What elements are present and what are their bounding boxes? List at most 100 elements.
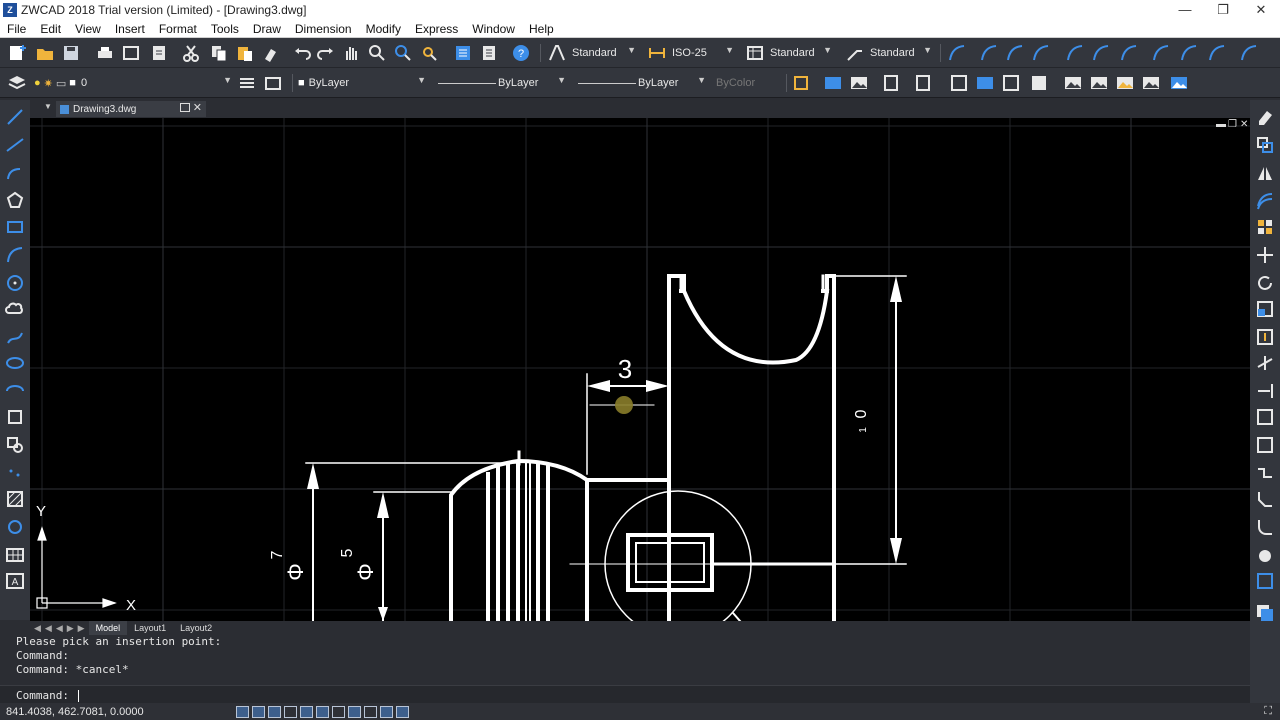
grid-toggle-icon[interactable]: [252, 705, 265, 718]
image-adjust-icon[interactable]: [1062, 72, 1084, 94]
help-icon[interactable]: ?: [510, 42, 532, 64]
break-at-point-icon[interactable]: [1254, 406, 1276, 428]
properties-panel-icon[interactable]: [1254, 602, 1276, 624]
fullscreen-icon[interactable]: ⛶: [1264, 705, 1272, 718]
arc-icon[interactable]: [4, 244, 26, 266]
arc-center-start-length-icon[interactable]: [1206, 42, 1228, 64]
linetype-select[interactable]: ByLayer ▼: [438, 74, 566, 92]
canvas-restore-icon[interactable]: ❐: [1228, 119, 1237, 130]
rectangle-icon[interactable]: [4, 216, 26, 238]
undo-icon[interactable]: [292, 42, 314, 64]
region-icon[interactable]: [4, 516, 26, 538]
model-space-toggle-icon[interactable]: [380, 705, 393, 718]
menu-window[interactable]: Window: [465, 20, 522, 38]
text-style-select[interactable]: Standard ▼: [572, 44, 636, 62]
menu-draw[interactable]: Draw: [246, 20, 288, 38]
properties-icon[interactable]: [452, 42, 474, 64]
extend-icon[interactable]: [1254, 380, 1276, 402]
table-icon[interactable]: [4, 544, 26, 566]
xref-icon[interactable]: [948, 72, 970, 94]
arc-3point-icon[interactable]: [946, 42, 968, 64]
mirror-icon[interactable]: [1254, 162, 1276, 184]
drawing-canvas[interactable]: 3 0 1 7 Φ 5 Φ X Y ▬ ❐ ✕: [30, 118, 1250, 621]
menu-file[interactable]: File: [0, 20, 33, 38]
arc-start-end-angle-icon[interactable]: [1064, 42, 1086, 64]
offset-icon[interactable]: [1254, 190, 1276, 212]
copy-icon[interactable]: [208, 42, 230, 64]
polygon-icon[interactable]: [4, 190, 26, 212]
polar-toggle-icon[interactable]: [284, 705, 297, 718]
insert-attach-icon[interactable]: [880, 72, 902, 94]
command-scrollbar[interactable]: [1250, 635, 1280, 703]
arc-continue-icon[interactable]: [1238, 42, 1260, 64]
snap-toggle-icon[interactable]: [236, 705, 249, 718]
color-select[interactable]: ■ ByLayer ▼: [298, 74, 426, 92]
edit-polyline-icon[interactable]: [1254, 570, 1276, 592]
table-style-select[interactable]: Standard ▼: [770, 44, 832, 62]
point-icon[interactable]: [4, 462, 26, 484]
xref-pdf-icon[interactable]: [1000, 72, 1022, 94]
hatch-icon[interactable]: [4, 488, 26, 510]
menu-view[interactable]: View: [68, 20, 108, 38]
erase-icon[interactable]: [1254, 106, 1276, 128]
zoom-window-icon[interactable]: [392, 42, 414, 64]
image-transparency-icon[interactable]: [1140, 72, 1162, 94]
ellipse-arc-icon[interactable]: [4, 380, 26, 402]
lineweight-toggle-icon[interactable]: [348, 705, 361, 718]
tab-layout2[interactable]: Layout2: [173, 621, 219, 635]
save-icon[interactable]: [60, 42, 82, 64]
line-icon[interactable]: [4, 106, 26, 128]
layer-select[interactable]: ● ✷ ▭ ■ 0 ▼: [34, 74, 232, 92]
layout-nav-arrows-icon[interactable]: ◀◀◀▶▶: [34, 623, 89, 634]
open-folder-icon[interactable]: [34, 42, 56, 64]
annotation-toggle-icon[interactable]: [396, 705, 409, 718]
close-button[interactable]: ✕: [1242, 0, 1280, 20]
multiline-text-icon[interactable]: A: [4, 570, 26, 592]
menu-insert[interactable]: Insert: [108, 20, 152, 38]
canvas-close-icon[interactable]: ✕: [1240, 119, 1248, 130]
print-icon[interactable]: [94, 42, 116, 64]
menu-express[interactable]: Express: [408, 20, 465, 38]
polyline-icon[interactable]: [4, 162, 26, 184]
arc-start-end-radius-icon[interactable]: [1118, 42, 1140, 64]
minimize-button[interactable]: —: [1166, 0, 1204, 20]
command-input[interactable]: Command:: [0, 685, 1250, 703]
menu-dimension[interactable]: Dimension: [288, 20, 359, 38]
ortho-toggle-icon[interactable]: [268, 705, 281, 718]
ellipse-icon[interactable]: [4, 352, 26, 374]
tab-list-icon[interactable]: ▼: [44, 102, 52, 111]
dyn-toggle-icon[interactable]: [332, 705, 345, 718]
plotstyle-select[interactable]: ByColor: [716, 74, 780, 92]
paste-icon[interactable]: [234, 42, 256, 64]
spline-icon[interactable]: [4, 326, 26, 348]
layer-manager-icon[interactable]: [6, 72, 28, 94]
array-icon[interactable]: [1254, 216, 1276, 238]
lineweight-select[interactable]: ByLayer ▼: [578, 74, 706, 92]
make-current-layer-icon[interactable]: [236, 72, 258, 94]
insert-image-icon[interactable]: [848, 72, 870, 94]
explode-icon[interactable]: [1254, 544, 1276, 566]
construction-line-icon[interactable]: [4, 134, 26, 156]
menu-modify[interactable]: Modify: [359, 20, 408, 38]
publish-icon[interactable]: [148, 42, 170, 64]
restore-button[interactable]: ❐: [1204, 0, 1242, 20]
scale-icon[interactable]: [1254, 298, 1276, 320]
stretch-icon[interactable]: [1254, 326, 1276, 348]
circle-icon[interactable]: [4, 272, 26, 294]
insert-ole-icon[interactable]: [912, 72, 934, 94]
layer-previous-icon[interactable]: [262, 72, 284, 94]
menu-help[interactable]: Help: [522, 20, 561, 38]
arc-start-center-length-icon[interactable]: [1030, 42, 1052, 64]
new-file-icon[interactable]: [6, 42, 28, 64]
revision-cloud-icon[interactable]: [4, 298, 26, 320]
copy-object-icon[interactable]: [1254, 134, 1276, 156]
arc-start-end-direction-icon[interactable]: [1090, 42, 1112, 64]
tab-model[interactable]: Model: [88, 621, 128, 635]
design-center-icon[interactable]: [478, 42, 500, 64]
arc-center-start-angle-icon[interactable]: [1178, 42, 1200, 64]
arc-start-center-angle-icon[interactable]: [1004, 42, 1026, 64]
image-frame-icon[interactable]: [1168, 72, 1190, 94]
image-quality-icon[interactable]: [1114, 72, 1136, 94]
break-icon[interactable]: [1254, 434, 1276, 456]
tab-layout1[interactable]: Layout1: [127, 621, 173, 635]
